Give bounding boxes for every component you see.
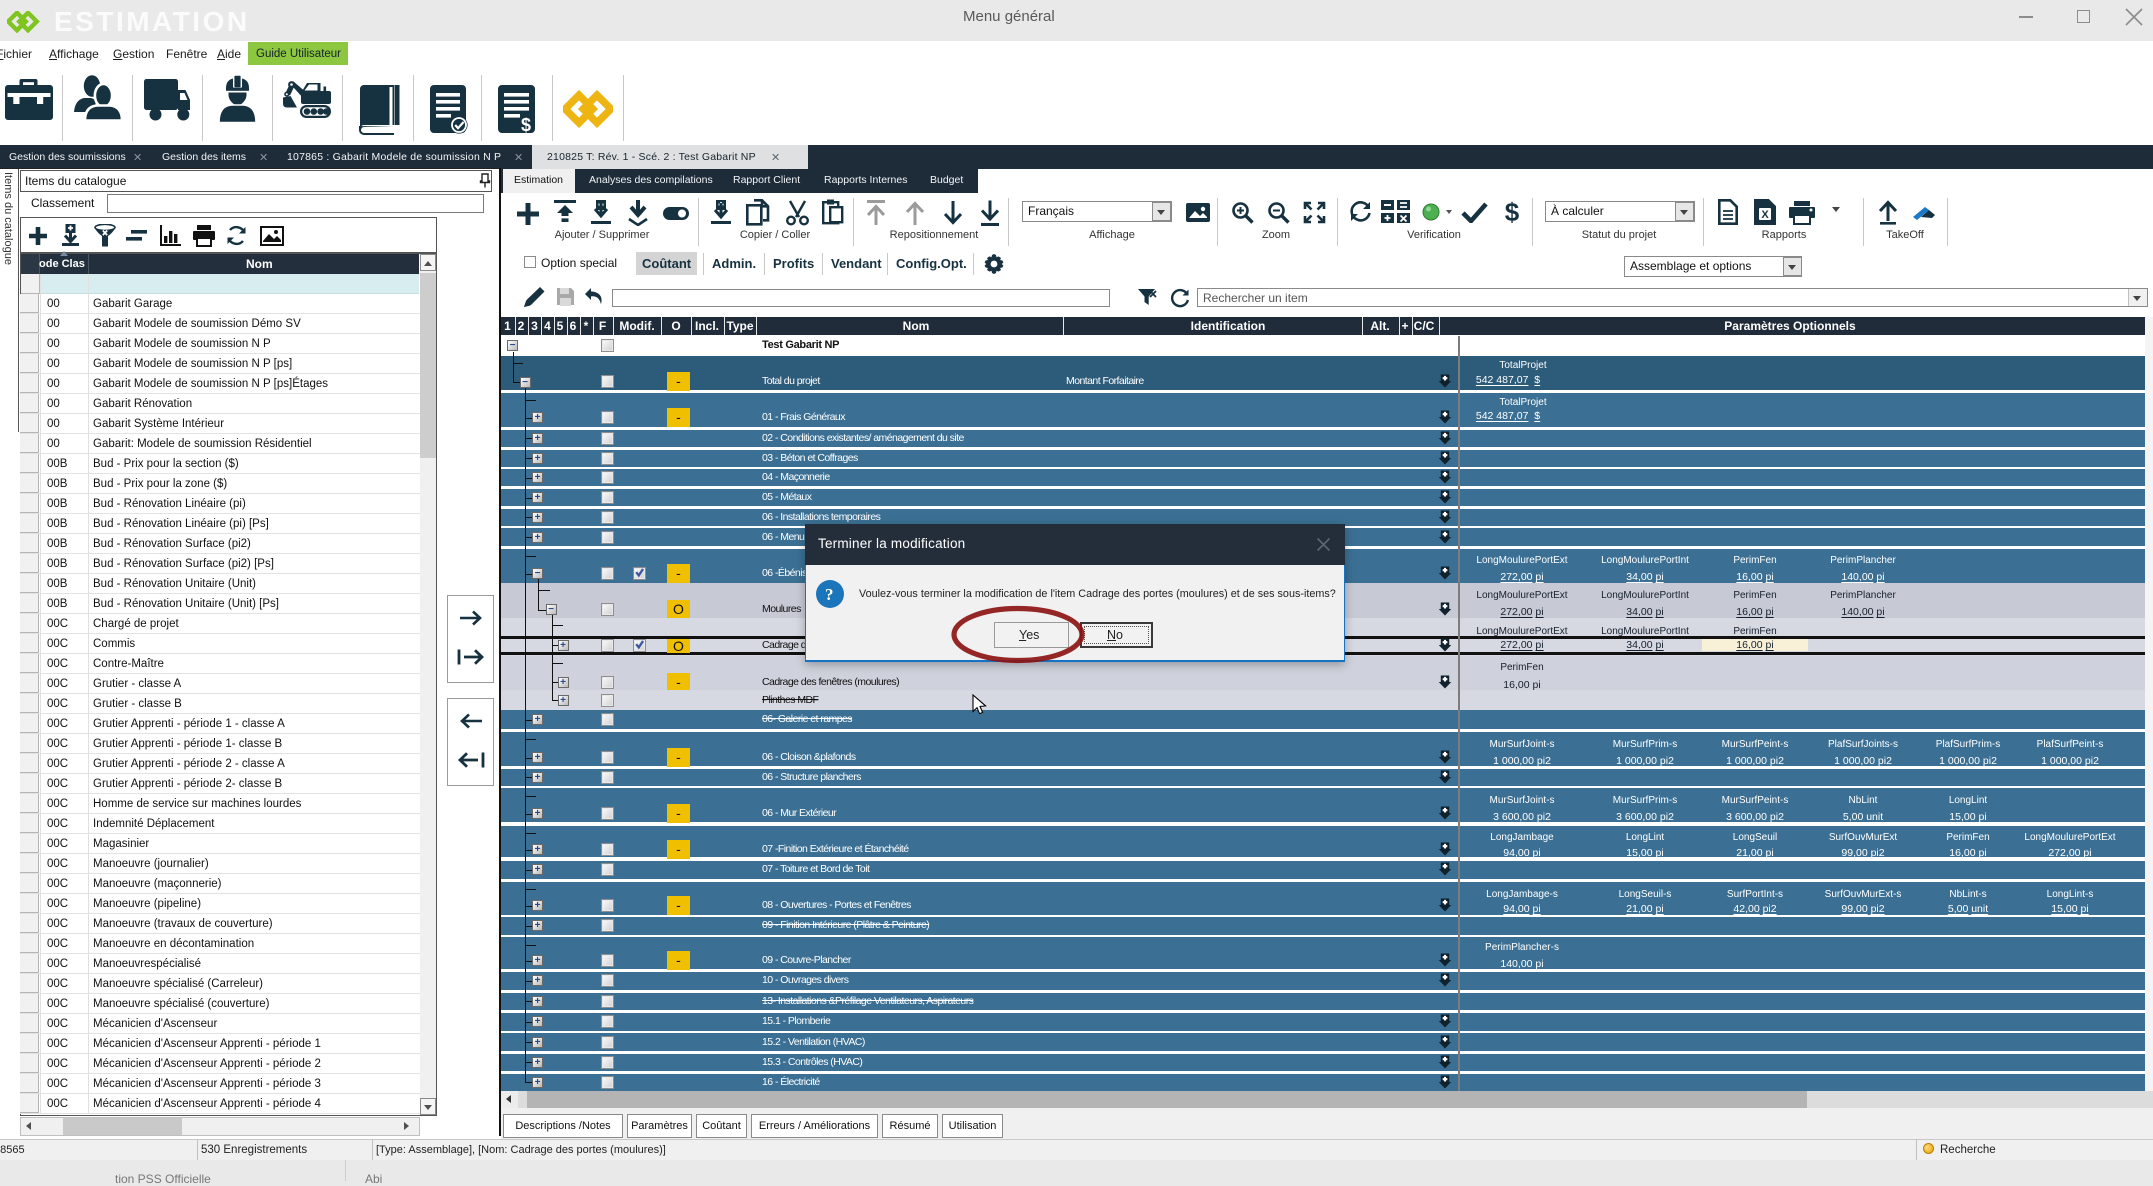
- svg-text:$: $: [1505, 198, 1520, 226]
- svg-text:$: $: [521, 115, 531, 135]
- svg-text:X: X: [1761, 209, 1769, 221]
